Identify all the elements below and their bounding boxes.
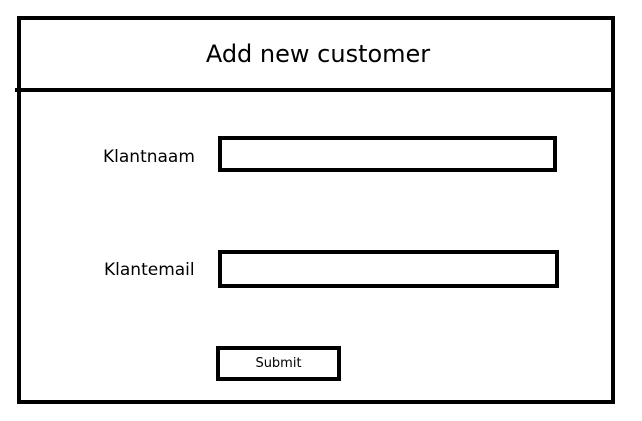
customer-email-label: Klantemail	[104, 260, 195, 280]
header-divider	[15, 88, 615, 92]
customer-name-label: Klantnaam	[103, 147, 195, 167]
customer-name-input[interactable]	[218, 136, 557, 172]
customer-email-input[interactable]	[218, 250, 559, 288]
submit-button[interactable]: Submit	[216, 346, 341, 381]
page-title: Add new customer	[205, 40, 431, 68]
